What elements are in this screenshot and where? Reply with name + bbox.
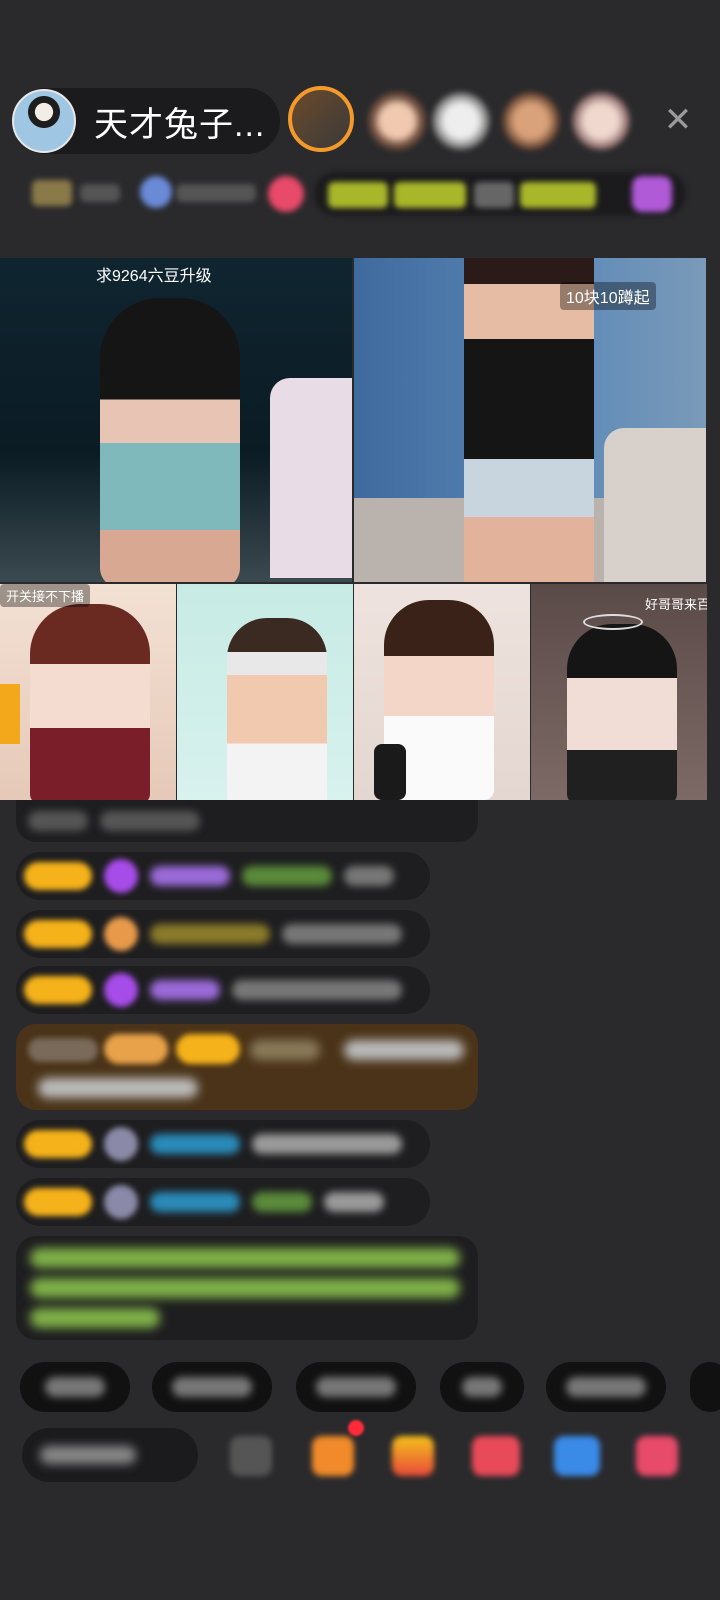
game-icon[interactable] [554,1436,600,1476]
host-info-pill[interactable]: 天才兔子... [12,88,280,154]
quick-reply-chip[interactable] [546,1362,666,1412]
video-tile-small-1[interactable]: 开关接不下播 [0,584,176,800]
info-chip [80,184,120,202]
diamond-icon [104,859,138,893]
viewer-avatar[interactable] [502,92,560,150]
notice-chip [520,182,596,208]
info-chip [176,184,256,202]
notification-dot [348,1420,364,1436]
user-avatar-icon [104,1185,138,1219]
quick-reply-chip[interactable] [440,1362,524,1412]
top-viewer-avatar[interactable] [288,86,354,152]
level-badge [24,976,92,1004]
level-badge [24,862,92,890]
quick-reply-chip[interactable] [20,1362,130,1412]
tile-label: 好哥哥来百元 [645,597,707,612]
viewer-avatar[interactable] [572,92,630,150]
tile-label: 10块10蹲起 [560,282,656,310]
chat-message[interactable] [16,1178,430,1226]
quick-reply-chip[interactable] [152,1362,272,1412]
level-icon [32,180,72,206]
notice-chip [328,182,388,208]
chat-input[interactable] [22,1428,198,1482]
host-avatar[interactable] [12,89,76,153]
level-badge [24,1188,92,1216]
video-tile-main-right[interactable]: 10块10蹲起 [354,258,706,582]
more-gifts-icon[interactable] [636,1436,678,1476]
quick-reply-chip[interactable] [296,1362,416,1412]
video-tile-small-4[interactable]: 好哥哥来百元 [531,584,707,800]
info-icon [268,176,304,212]
level-badge [24,1130,92,1158]
quick-reply-chip[interactable] [690,1362,720,1412]
info-icon [140,176,172,208]
gift-icon[interactable] [472,1436,520,1476]
chat-message[interactable] [16,966,430,1014]
chat-message[interactable] [16,1120,430,1168]
chat-message[interactable] [16,910,430,958]
diamond-icon [104,973,138,1007]
activity-icon[interactable] [632,176,672,212]
host-name: 天才兔子... [94,105,266,144]
system-message [16,1236,478,1340]
notice-chip [474,182,514,208]
fan-badge-icon [104,917,138,951]
chat-message-highlight[interactable] [16,1024,478,1110]
video-tile-main-left[interactable]: 求9264六豆升级 [0,258,352,582]
level-badge [24,920,92,948]
close-icon[interactable]: ✕ [660,102,696,138]
gift-box-icon[interactable] [312,1436,354,1476]
tile-label: 求9264六豆升级 [96,268,212,285]
user-avatar-icon [104,1127,138,1161]
chat-message[interactable] [16,800,478,842]
chat-message[interactable] [16,852,430,900]
share-icon[interactable] [230,1436,272,1476]
tile-label: 开关接不下播 [0,584,91,607]
viewer-avatar[interactable] [368,92,426,150]
video-tile-small-3[interactable] [354,584,530,800]
viewer-avatar[interactable] [432,92,490,150]
notice-chip [394,182,466,208]
gift-icon[interactable] [392,1436,434,1476]
video-tile-small-2[interactable] [177,584,353,800]
